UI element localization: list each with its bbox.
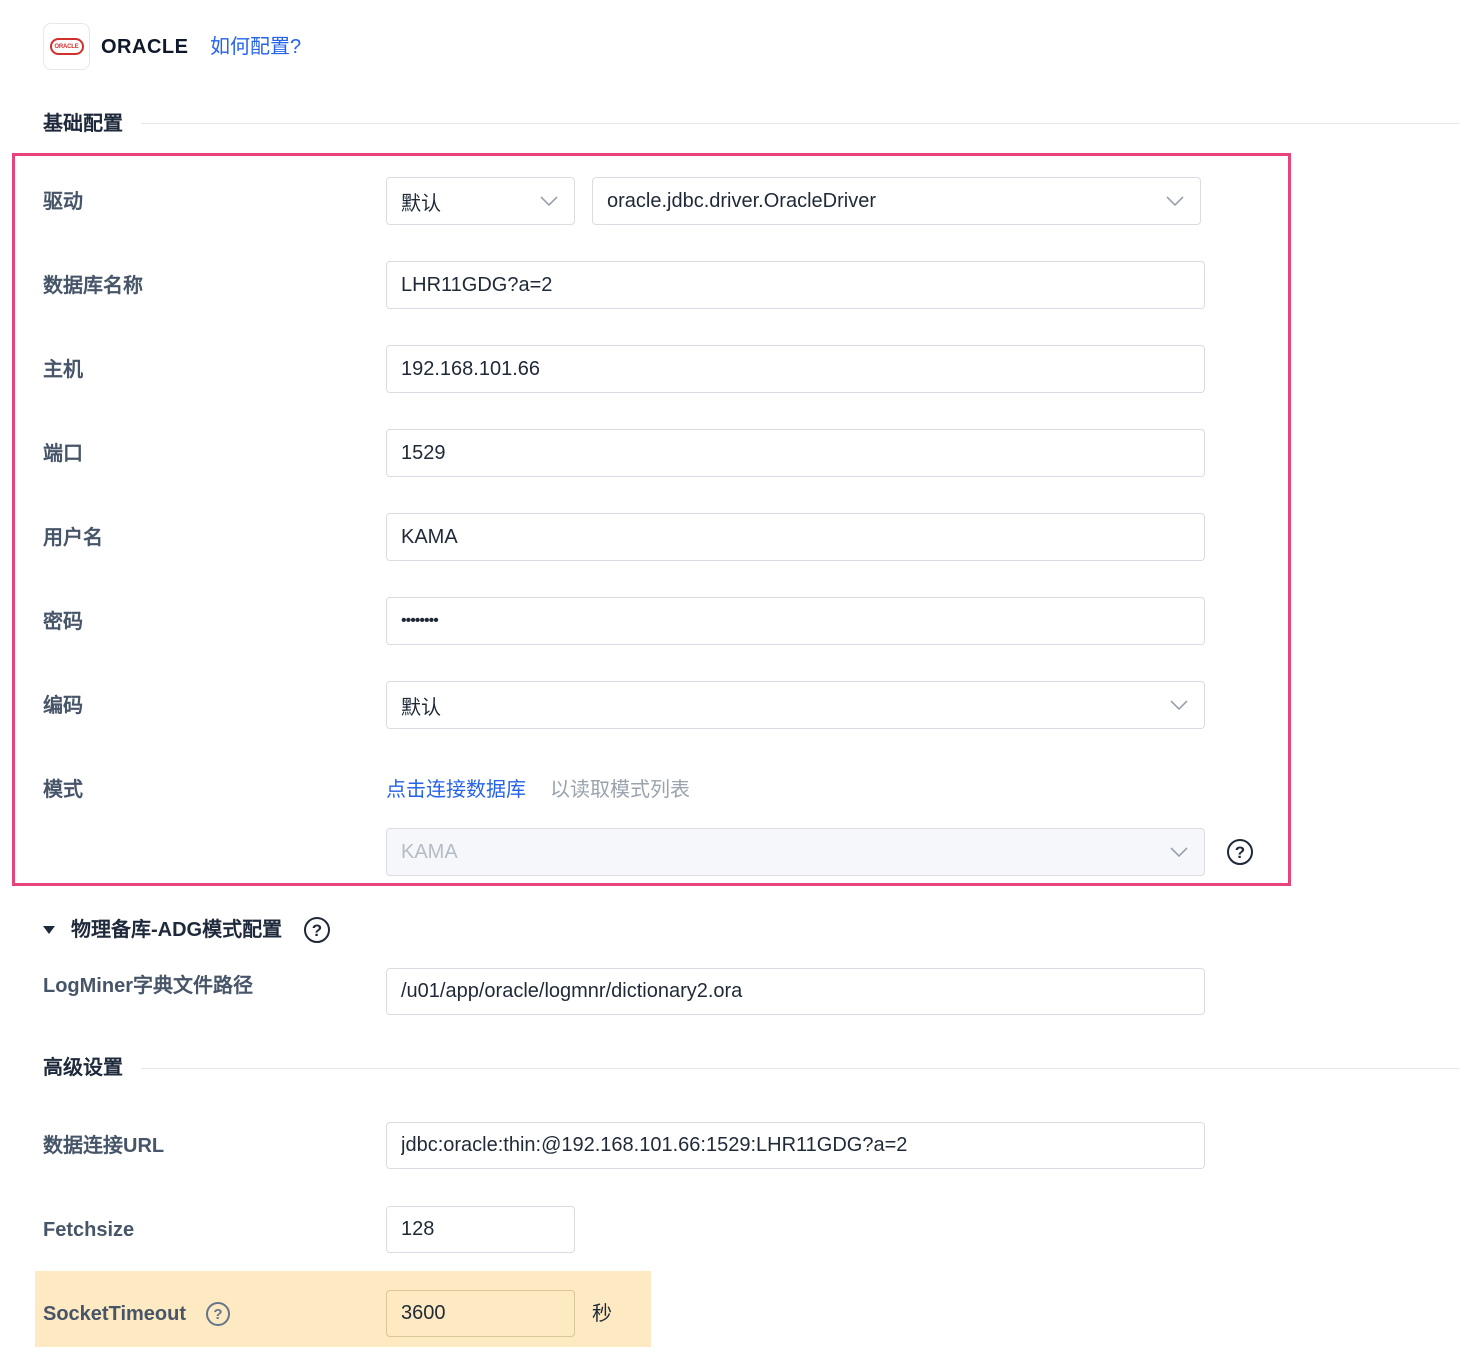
advanced-settings-title: 高级设置: [43, 1057, 123, 1079]
username-value: KAMA: [401, 525, 458, 548]
driver-type-value: 默认: [401, 192, 441, 215]
driver-label: 驱动: [43, 191, 83, 213]
password-input[interactable]: ••••••••: [386, 597, 1205, 645]
chevron-down-icon: [524, 195, 574, 207]
encoding-value: 默认: [401, 696, 441, 719]
socket-timeout-label: SocketTimeout: [43, 1303, 186, 1325]
adg-help-icon[interactable]: ?: [304, 917, 330, 943]
encoding-label: 编码: [43, 695, 83, 717]
chevron-down-icon: [1154, 846, 1204, 858]
encoding-select[interactable]: 默认: [386, 681, 1205, 729]
jdbc-url-input[interactable]: jdbc:oracle:thin:@192.168.101.66:1529:LH…: [386, 1122, 1205, 1169]
connect-database-link[interactable]: 点击连接数据库: [386, 776, 526, 804]
chevron-down-icon: [1150, 195, 1200, 207]
db-name-value: LHR11GDG?a=2: [401, 273, 553, 296]
host-value: 192.168.101.66: [401, 357, 541, 380]
fetchsize-value: 128: [401, 1218, 435, 1240]
oracle-logo: ORACLE: [43, 23, 90, 70]
password-label: 密码: [43, 611, 83, 633]
driver-class-value: oracle.jdbc.driver.OracleDriver: [607, 189, 876, 212]
jdbc-url-value: jdbc:oracle:thin:@192.168.101.66:1529:LH…: [401, 1134, 908, 1156]
adg-config-title[interactable]: 物理备库-ADG模式配置: [71, 916, 282, 944]
jdbc-url-label: 数据连接URL: [43, 1135, 165, 1157]
socket-timeout-input[interactable]: 3600: [386, 1290, 575, 1337]
logminer-path-value: /u01/app/oracle/logmnr/dictionary2.ora: [401, 980, 743, 1002]
logminer-path-input[interactable]: /u01/app/oracle/logmnr/dictionary2.ora: [386, 968, 1205, 1015]
schema-value: KAMA: [401, 840, 458, 863]
socket-timeout-unit: 秒: [592, 1303, 612, 1325]
host-input[interactable]: 192.168.101.66: [386, 345, 1205, 393]
db-name-label: 数据库名称: [43, 275, 143, 297]
advanced-settings-divider: [141, 1068, 1460, 1069]
schema-help-icon[interactable]: ?: [1227, 839, 1253, 865]
collapse-caret-icon[interactable]: [43, 926, 55, 934]
port-value: 1529: [401, 441, 446, 464]
logminer-path-label: LogMiner字典文件路径: [43, 975, 253, 997]
basic-config-title: 基础配置: [43, 113, 123, 135]
schema-hint: 以读取模式列表: [550, 779, 690, 801]
socket-timeout-help-icon[interactable]: ?: [206, 1302, 230, 1326]
driver-class-select[interactable]: oracle.jdbc.driver.OracleDriver: [592, 177, 1201, 225]
schema-select[interactable]: KAMA: [386, 828, 1205, 876]
port-label: 端口: [43, 443, 83, 465]
username-input[interactable]: KAMA: [386, 513, 1205, 561]
fetchsize-label: Fetchsize: [43, 1219, 135, 1241]
schema-label: 模式: [43, 779, 83, 801]
chevron-down-icon: [1154, 699, 1204, 711]
datasource-title: ORACLE: [101, 36, 189, 58]
fetchsize-input[interactable]: 128: [386, 1206, 575, 1253]
how-to-configure-link[interactable]: 如何配置?: [210, 33, 301, 61]
password-value: ••••••••: [401, 612, 439, 629]
host-label: 主机: [43, 359, 83, 381]
basic-config-divider: [141, 123, 1460, 124]
oracle-logo-mark: ORACLE: [49, 38, 84, 55]
port-input[interactable]: 1529: [386, 429, 1205, 477]
socket-timeout-value: 3600: [401, 1302, 446, 1324]
db-name-input[interactable]: LHR11GDG?a=2: [386, 261, 1205, 309]
username-label: 用户名: [43, 527, 103, 549]
driver-type-select[interactable]: 默认: [386, 177, 575, 225]
